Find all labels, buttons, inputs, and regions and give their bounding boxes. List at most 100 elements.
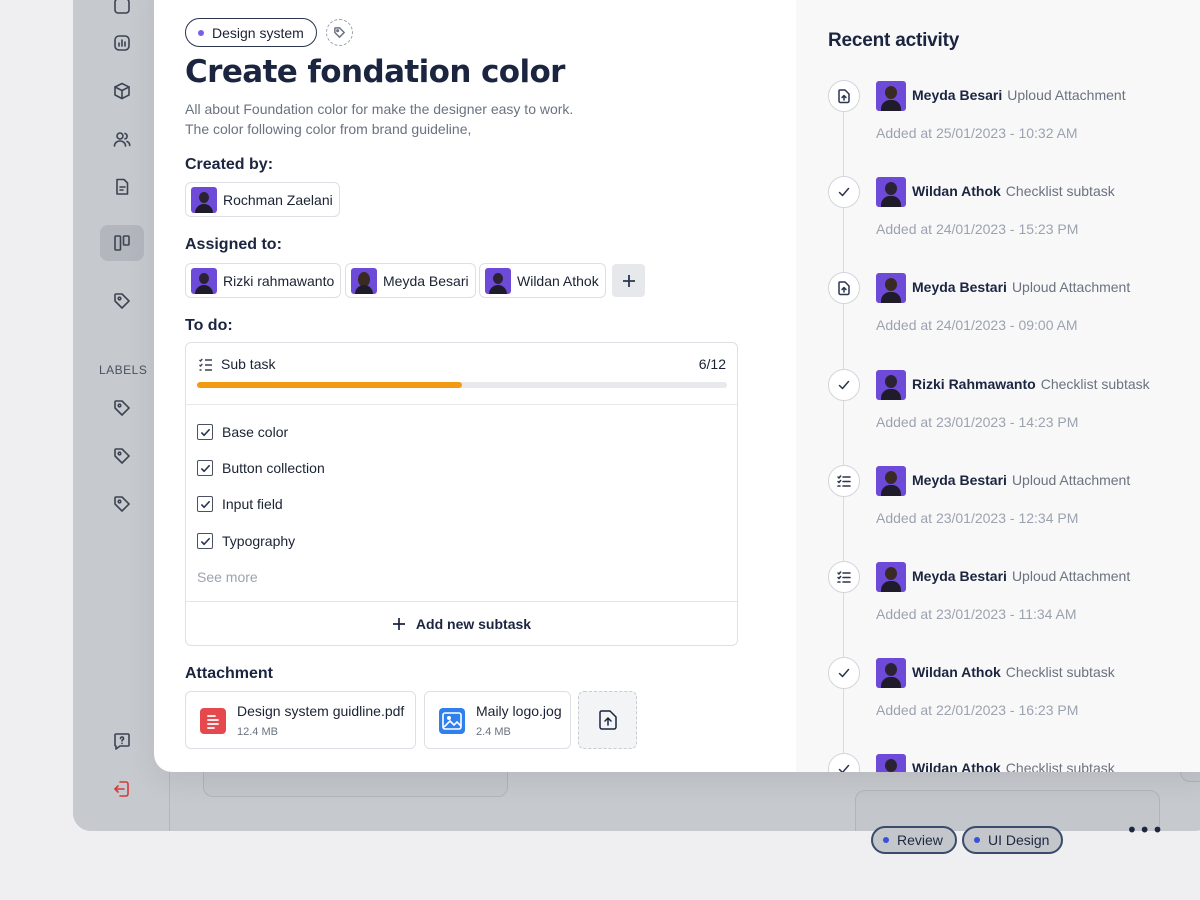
sidebar-label-3[interactable] xyxy=(100,486,144,522)
activity-item: Meyda Bestari Uploud Attachment Added at … xyxy=(828,465,1200,545)
add-tag-button[interactable] xyxy=(326,19,353,46)
task-description: All about Foundation color for make the … xyxy=(185,99,573,139)
assignee-name: Meyda Besari xyxy=(383,272,469,289)
assignee-chip[interactable]: Meyda Besari xyxy=(345,263,476,298)
activity-user[interactable]: Wildan Athok xyxy=(912,760,1001,772)
sidebar-item-team[interactable] xyxy=(100,121,144,157)
list-icon xyxy=(828,561,860,593)
sidebar-help[interactable] xyxy=(100,723,144,759)
sidebar-item-board[interactable] xyxy=(100,225,144,261)
activity-user[interactable]: Meyda Bestari xyxy=(912,279,1007,295)
avatar xyxy=(191,186,217,213)
activity-text: Wildan Athok Checklist subtask xyxy=(912,760,1115,772)
creator-chip[interactable]: Rochman Zaelani xyxy=(185,182,340,217)
attachment-size: 2.4 MB xyxy=(476,726,511,738)
avatar xyxy=(876,177,906,207)
checklist-item-label: Typography xyxy=(222,533,296,549)
avatar xyxy=(876,273,906,303)
checklist-item-label: Input field xyxy=(222,496,283,512)
task-tag[interactable]: Design system xyxy=(185,18,317,47)
activity-action: Uploud Attachment xyxy=(1011,568,1131,584)
avatar xyxy=(351,267,377,294)
attachment-card[interactable]: Design system guidline.pdf 12.4 MB xyxy=(185,691,416,749)
activity-text: Meyda Bestari Uploud Attachment xyxy=(912,279,1130,295)
chip-review[interactable]: Review xyxy=(871,826,957,854)
activity-item: Meyda Bestari Uploud Attachment Added at … xyxy=(828,561,1200,641)
add-assignee-button[interactable] xyxy=(612,264,645,297)
checklist-item[interactable]: Button collection xyxy=(197,458,325,478)
activity-time: Added at 24/01/2023 - 09:00 AM xyxy=(876,317,1078,333)
activity-action: Uploud Attachment xyxy=(1007,87,1126,103)
sidebar-label-2[interactable] xyxy=(100,438,144,474)
labels-heading: LABELS xyxy=(99,363,148,377)
attachment-label: Attachment xyxy=(185,665,274,682)
activity-time: Added at 23/01/2023 - 14:23 PM xyxy=(876,414,1079,430)
description-line: The color following color from brand gui… xyxy=(185,121,472,137)
activity-user[interactable]: Meyda Bestari xyxy=(912,568,1007,584)
sidebar-item-products[interactable] xyxy=(100,73,144,109)
sidebar-label-1[interactable] xyxy=(100,390,144,426)
subtask-count: 6/12 xyxy=(698,356,726,372)
assignee-chip[interactable]: Wildan Athok xyxy=(479,263,606,298)
board-icon xyxy=(114,235,130,251)
upload-icon xyxy=(828,272,860,304)
activity-text: Wildan Athok Checklist subtask xyxy=(912,183,1115,199)
see-more-link[interactable]: See more xyxy=(197,569,258,585)
activity-action: Checklist subtask xyxy=(1040,376,1150,392)
checkbox[interactable] xyxy=(197,424,213,440)
chip-dot xyxy=(883,837,889,843)
subtask-progress-fill xyxy=(197,382,462,388)
sidebar-item-analytics[interactable] xyxy=(100,25,144,61)
task-tag-label: Design system xyxy=(212,24,304,41)
activity-action: Uploud Attachment xyxy=(1011,279,1131,295)
sidebar-logout[interactable] xyxy=(100,771,144,807)
tag-icon xyxy=(334,27,346,39)
more-options-icon[interactable]: ••• xyxy=(1126,818,1164,842)
activity-user[interactable]: Meyda Besari xyxy=(912,87,1002,103)
upload-attachment-button[interactable] xyxy=(578,691,637,749)
activity-item: Rizki Rahmawanto Checklist subtask Added … xyxy=(828,369,1200,449)
chip-ui-design[interactable]: UI Design xyxy=(962,826,1064,854)
tag-icon xyxy=(114,293,130,309)
sidebar-item-home[interactable] xyxy=(100,0,144,24)
attachment-card[interactable]: Maily logo.jog 2.4 MB xyxy=(424,691,571,749)
description-line: All about Foundation color for make the … xyxy=(185,101,574,117)
chip-label: Review xyxy=(897,832,943,848)
checklist-item[interactable]: Typography xyxy=(197,531,295,551)
assignee-chip[interactable]: Rizki rahmawanto xyxy=(185,263,342,298)
activity-user[interactable]: Wildan Athok xyxy=(912,664,1001,680)
checklist-icon xyxy=(198,357,213,372)
plus-icon xyxy=(392,618,405,630)
subtask-label: Sub task xyxy=(221,356,276,372)
created-by-label: Created by: xyxy=(185,156,274,173)
activity-item: Meyda Bestari Uploud Attachment Added at … xyxy=(828,272,1200,352)
activity-text: Wildan Athok Checklist subtask xyxy=(912,664,1115,680)
checkbox[interactable] xyxy=(197,496,213,512)
add-subtask-button[interactable]: Add new subtask xyxy=(186,601,737,646)
todo-label: To do: xyxy=(185,317,233,334)
checklist-item[interactable]: Input field xyxy=(197,494,283,514)
activity-user[interactable]: Meyda Bestari xyxy=(912,472,1007,488)
page-title: Create fondation color xyxy=(185,54,565,90)
activity-action: Checklist subtask xyxy=(1005,183,1115,199)
sidebar-item-documents[interactable] xyxy=(100,169,144,205)
avatar xyxy=(876,370,906,400)
check-icon xyxy=(200,464,210,472)
tag-icon xyxy=(114,400,130,416)
avatar xyxy=(876,754,906,772)
activity-item: Wildan Athok Checklist subtask Added at 2… xyxy=(828,657,1200,737)
activity-user[interactable]: Rizki Rahmawanto xyxy=(912,376,1036,392)
sidebar-item-tags[interactable] xyxy=(100,283,144,319)
activity-user[interactable]: Wildan Athok xyxy=(912,183,1001,199)
checkbox[interactable] xyxy=(197,533,213,549)
checkbox[interactable] xyxy=(197,460,213,476)
attachment-name: Design system guidline.pdf xyxy=(237,703,405,719)
assignee-name: Wildan Athok xyxy=(517,272,599,289)
checklist-item[interactable]: Base color xyxy=(197,422,288,442)
activity-item: Meyda Besari Uploud Attachment Added at 2… xyxy=(828,80,1200,160)
tag-icon xyxy=(114,448,130,464)
activity-text: Rizki Rahmawanto Checklist subtask xyxy=(912,376,1150,392)
check-icon xyxy=(828,657,860,689)
activity-text: Meyda Bestari Uploud Attachment xyxy=(912,472,1130,488)
attachment-size: 12.4 MB xyxy=(237,726,278,738)
